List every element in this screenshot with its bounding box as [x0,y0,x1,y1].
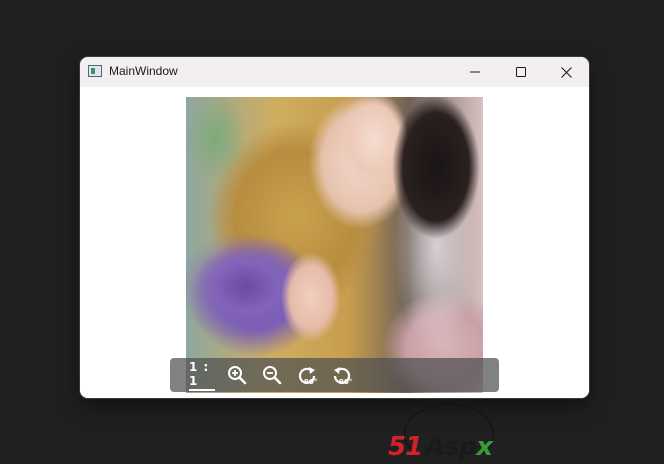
zoom-in-button[interactable] [224,362,250,388]
window-title: MainWindow [109,64,178,78]
main-window: MainWindow 1 : 1 90° 90° [80,57,589,398]
minimize-button[interactable] [452,57,498,87]
image-hair-region [381,97,483,257]
actual-size-button[interactable]: 1 : 1 [189,360,215,391]
zoom-in-icon [228,366,247,385]
close-button[interactable] [543,57,589,87]
title-bar[interactable]: MainWindow [80,57,589,87]
actual-size-label: 1 : 1 [189,360,215,391]
zoom-out-icon [263,366,282,385]
close-icon [560,66,572,78]
app-window-icon [88,65,102,77]
rotate-right-button[interactable]: 90° [294,362,320,388]
maximize-button[interactable] [498,57,544,87]
zoom-out-button[interactable] [259,362,285,388]
maximize-icon [516,67,526,77]
image-toolbar: 1 : 1 90° 90° [170,358,499,392]
minimize-icon [470,71,480,73]
rotate-right-degrees: 90° [304,378,318,386]
site-watermark-logo: 51 Aspx [388,404,518,464]
image-hand-region [276,252,346,342]
rotate-left-degrees: 90° [339,378,353,386]
viewer-area: 1 : 1 90° 90° [80,87,589,398]
displayed-image[interactable] [186,97,483,393]
rotate-left-button[interactable]: 90° [329,362,355,388]
